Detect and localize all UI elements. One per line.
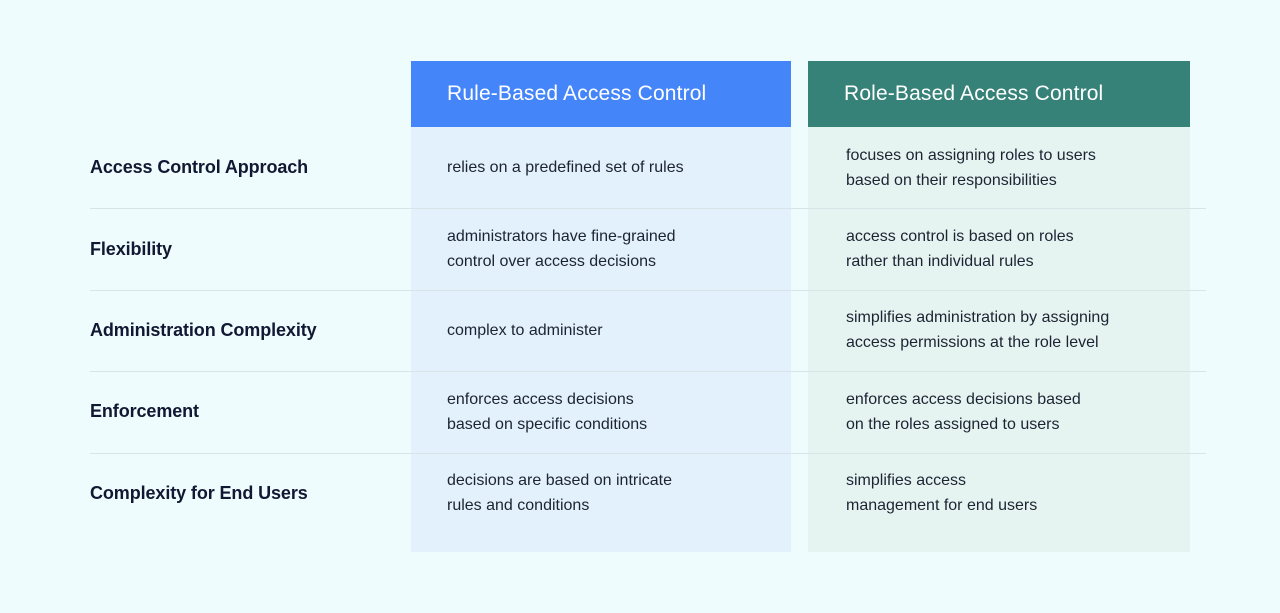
table-row: Administration Complexity complex to adm… bbox=[0, 289, 1280, 371]
row-label: Access Control Approach bbox=[90, 157, 309, 178]
cell-rule-based: enforces access decisions based on speci… bbox=[447, 390, 648, 433]
comparison-table: Rule-Based Access Control Role-Based Acc… bbox=[0, 0, 1280, 613]
cell-role-based: focuses on assigning roles to users base… bbox=[846, 146, 1096, 189]
cell-rule-based: administrators have fine-grained control… bbox=[447, 228, 676, 271]
cell-role-based: enforces access decisions based on the r… bbox=[846, 390, 1081, 433]
row-label: Enforcement bbox=[90, 401, 199, 422]
cell-rule-based: complex to administer bbox=[447, 321, 603, 339]
cell-rule-based: decisions are based on intricate rules a… bbox=[447, 472, 673, 515]
column-header-role-based: Role-Based Access Control bbox=[808, 61, 1190, 127]
row-label: Administration Complexity bbox=[90, 319, 317, 340]
column-header-label-role-based: Role-Based Access Control bbox=[844, 82, 1104, 105]
table-row: Flexibility administrators have fine-gra… bbox=[0, 208, 1280, 289]
cell-role-based: simplifies access management for end use… bbox=[846, 472, 1038, 515]
row-label: Complexity for End Users bbox=[90, 482, 308, 503]
column-header-rule-based: Rule-Based Access Control bbox=[411, 61, 791, 127]
cell-rule-based: relies on a predefined set of rules bbox=[447, 159, 684, 177]
cell-role-based: access control is based on roles rather … bbox=[846, 228, 1074, 271]
table-row: Access Control Approach relies on a pred… bbox=[0, 127, 1280, 208]
table-row: Enforcement enforces access decisions ba… bbox=[0, 371, 1280, 452]
row-label: Flexibility bbox=[90, 238, 172, 259]
column-header-label-rule-based: Rule-Based Access Control bbox=[447, 82, 707, 105]
table-row: Complexity for End Users decisions are b… bbox=[0, 452, 1280, 534]
cell-role-based: simplifies administration by assigning a… bbox=[846, 309, 1110, 352]
table-body: Access Control Approach relies on a pred… bbox=[0, 127, 1280, 534]
